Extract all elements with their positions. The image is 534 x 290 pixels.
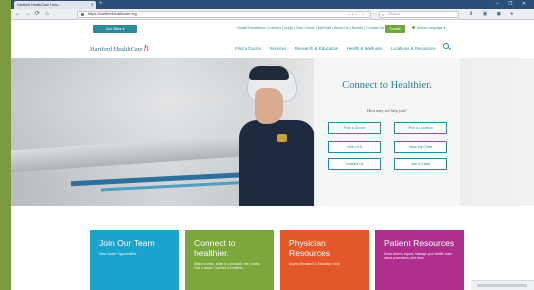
desktop-side-strip [0,0,11,290]
hero-title: Connect to Healthier. [342,80,432,91]
tile-patient-resources[interactable]: Patient Resources Know what to expect. M… [375,230,464,290]
browser-search-input[interactable]: ⌕ Search [379,11,459,18]
tab-strip: Hartford HealthCare Hom... ✕ + – ❐ ✕ [11,0,534,9]
join-a-class-button[interactable]: Join a Class [394,158,447,170]
language-label: Select Language ▾ [417,26,446,30]
tile-description: Watch a video, listen to a podcast, see … [194,262,261,271]
url-text: https://hartfordhealthcare.org [88,12,137,16]
tile-connect-to-healthier[interactable]: Connect to healthier. Watch a video, lis… [185,230,274,290]
site-search-icon[interactable] [443,43,449,49]
main-navigation: Find a Doctor Services Research & Educat… [235,46,443,51]
logo-text: Hartford HealthCare [90,46,143,53]
logo-mark-icon: ℏ [143,44,149,53]
lock-icon [81,13,84,16]
nav-health-wellness[interactable]: Health & Wellness [347,46,383,51]
toolbar-extension-icons[interactable]: ⬇ ▣ ◼ ● [469,11,517,18]
nav-research-education[interactable]: Research & Education [295,46,339,51]
find-a-doctor-button[interactable]: Find a Doctor [328,122,381,134]
tile-title: Physician Resources [289,238,331,258]
tile-title: Connect to healthier. [194,238,236,258]
window-controls[interactable]: – ❐ ✕ [496,0,530,9]
notification-thumbnail [471,280,534,290]
our-sites-dropdown[interactable]: Our Sites ▾ [93,25,137,33]
hero-banner: Connect to Healthier. How may we help yo… [11,58,534,206]
hero-subtitle: How may we help you? [367,108,407,113]
browser-window: Hartford HealthCare Hom... ✕ + – ❐ ✕ ← →… [11,0,534,290]
search-icon: ⌕ [382,12,385,17]
address-bar[interactable]: https://hartfordhealthcare.org ••• ☆ [77,11,371,18]
browser-search-placeholder: Search [388,12,401,16]
site-logo[interactable]: Hartford HealthCareℏ [90,44,149,53]
donate-button[interactable]: Donate [385,25,405,33]
pilot-image [235,64,315,206]
nav-services[interactable]: Services [270,46,287,51]
site-header: Our Sites ▾ HealthTrendsNow | Careers | … [11,20,534,58]
page-actions-icon[interactable]: ••• ☆ [349,12,367,17]
tile-title: Join Our Team [99,238,155,248]
tab-title: Hartford HealthCare Hom... [17,3,61,7]
contact-us-button[interactable]: Contact Us [328,158,381,170]
visit-ed-button[interactable]: Visit a ED [328,141,381,153]
feature-tiles: Join Our Team View Career Opportunities … [11,230,534,290]
hero-panel: Connect to Healthier. How may we help yo… [314,58,460,206]
tile-description: Know what to expect. Manage your health,… [384,252,453,261]
close-icon[interactable]: ✕ [91,1,94,9]
tile-join-our-team[interactable]: Join Our Team View Career Opportunities [90,230,179,290]
reload-icon[interactable]: ⟳ [35,10,40,19]
browser-toolbar: ← → ⟳ ⌂ https://hartfordhealthcare.org •… [11,9,534,20]
nav-locations-resources[interactable]: Locations & Resources [391,46,436,51]
utility-links[interactable]: HealthTrendsNow | Careers | Apply | Give… [237,26,384,30]
home-icon[interactable]: ⌂ [45,10,49,19]
globe-icon [412,26,415,29]
find-a-location-button[interactable]: Find a Location [394,122,447,134]
language-selector[interactable]: Select Language ▾ [412,26,445,30]
view-my-chart-button[interactable]: View my Chart [394,141,447,153]
new-tab-button[interactable]: + [99,1,103,8]
tile-title: Patient Resources [384,238,455,248]
tile-physician-resources[interactable]: Physician Resources Access Research & Ed… [280,230,369,290]
back-icon[interactable]: ← [15,10,21,19]
tile-description: Access Research & Education Tools [289,262,341,266]
browser-tab[interactable]: Hartford HealthCare Hom... ✕ [14,1,96,9]
nav-find-a-doctor[interactable]: Find a Doctor [235,46,261,51]
forward-icon[interactable]: → [25,10,31,19]
tile-description: View Career Opportunities [99,252,137,256]
